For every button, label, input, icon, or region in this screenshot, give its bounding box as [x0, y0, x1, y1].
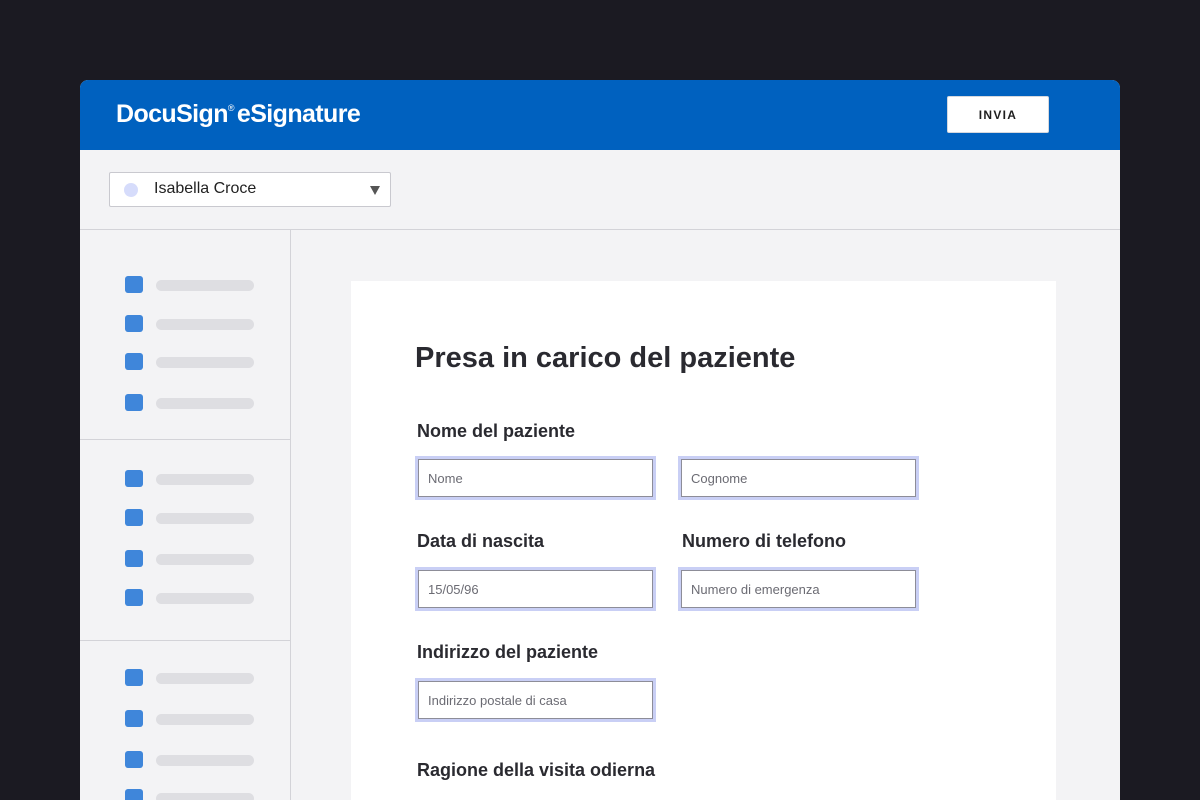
field-label-placeholder: [156, 319, 254, 330]
field-type-icon: [125, 669, 143, 686]
sidebar-field-item[interactable]: [125, 789, 265, 800]
visit-reason-label: Ragione della visita odierna: [417, 760, 656, 780]
field-label-placeholder: [156, 554, 254, 565]
phone-input[interactable]: [678, 567, 919, 611]
address-label: Indirizzo del paziente: [417, 642, 599, 662]
sidebar-field-item[interactable]: [125, 394, 265, 412]
first-name-input[interactable]: [415, 456, 656, 500]
sidebar-field-item[interactable]: [125, 315, 265, 333]
field-label-placeholder: [156, 513, 254, 524]
field-label-placeholder: [156, 280, 254, 291]
app-window: DocuSign® eSignature INVIA Isabella Croce: [80, 80, 1120, 800]
field-label-placeholder: [156, 755, 254, 766]
field-type-icon: [125, 353, 143, 370]
recipient-dropdown[interactable]: Isabella Croce: [109, 172, 391, 207]
sidebar-field-item[interactable]: [125, 589, 265, 607]
brand-name: DocuSign: [116, 100, 228, 128]
address-input[interactable]: [415, 678, 656, 722]
field-type-icon: [125, 751, 143, 768]
phone-label: Numero di telefono: [682, 531, 847, 551]
patient-name-label: Nome del paziente: [417, 421, 576, 441]
field-label-placeholder: [156, 357, 254, 368]
field-type-icon: [125, 710, 143, 727]
brand-product: eSignature: [236, 100, 361, 128]
sidebar-field-item[interactable]: [125, 353, 265, 371]
field-type-icon: [125, 315, 143, 332]
field-label-placeholder: [156, 673, 254, 684]
sidebar-field-item[interactable]: [125, 470, 265, 488]
sidebar-field-item[interactable]: [125, 276, 265, 294]
field-type-icon: [125, 509, 143, 526]
send-button[interactable]: INVIA: [947, 96, 1049, 133]
sidebar-field-item[interactable]: [125, 509, 265, 527]
form-title: Presa in carico del paziente: [415, 342, 796, 374]
sidebar-field-item[interactable]: [125, 669, 265, 687]
sidebar-group-1: [80, 230, 290, 439]
chevron-down-icon: [370, 186, 380, 195]
recipient-name: Isabella Croce: [154, 180, 257, 197]
field-type-icon: [125, 470, 143, 487]
birth-date-label: Data di nascita: [417, 531, 545, 551]
field-label-placeholder: [156, 714, 254, 725]
docusign-logo: DocuSign® eSignature: [116, 100, 361, 128]
sidebar-field-item[interactable]: [125, 710, 265, 728]
field-label-placeholder: [156, 474, 254, 485]
field-type-icon: [125, 589, 143, 606]
sidebar-field-item[interactable]: [125, 751, 265, 769]
last-name-input[interactable]: [678, 456, 919, 500]
field-label-placeholder: [156, 593, 254, 604]
sidebar-field-item[interactable]: [125, 550, 265, 568]
field-type-icon: [125, 550, 143, 567]
birth-date-input[interactable]: [415, 567, 656, 611]
field-type-icon: [125, 276, 143, 293]
recipient-color-dot: [124, 183, 138, 197]
field-type-icon: [125, 789, 143, 800]
top-bar: DocuSign® eSignature INVIA: [80, 80, 1120, 150]
field-label-placeholder: [156, 398, 254, 409]
sidebar-group-2: [80, 439, 290, 640]
field-type-icon: [125, 394, 143, 411]
sidebar-group-3: [80, 640, 290, 800]
document-page: Presa in carico del paziente Nome del pa…: [351, 281, 1056, 800]
field-label-placeholder: [156, 793, 254, 800]
recipient-bar: Isabella Croce: [80, 150, 1120, 230]
fields-sidebar: [80, 230, 291, 800]
